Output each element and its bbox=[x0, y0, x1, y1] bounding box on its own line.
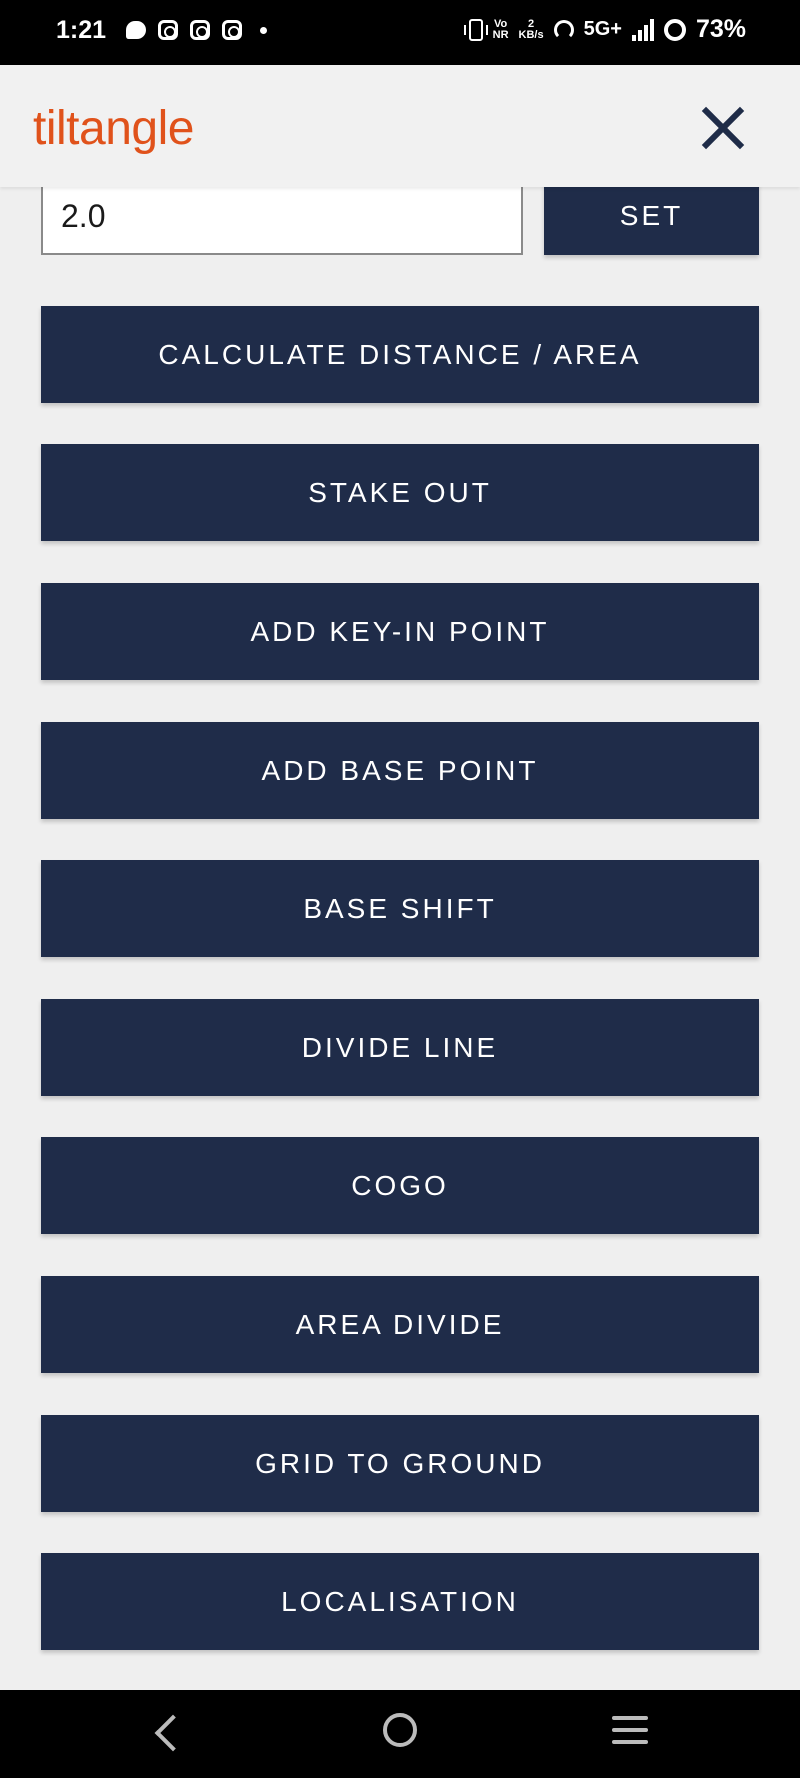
signal-icon bbox=[631, 18, 654, 41]
divide-line-button[interactable]: DIVIDE LINE bbox=[41, 999, 759, 1096]
base-shift-button[interactable]: BASE SHIFT bbox=[41, 860, 759, 957]
value-input[interactable] bbox=[41, 187, 523, 255]
system-nav-bar bbox=[0, 1690, 800, 1778]
stake-out-button[interactable]: STAKE OUT bbox=[41, 444, 759, 541]
instagram-icon bbox=[158, 20, 178, 40]
more-notifications-dot-icon bbox=[260, 26, 267, 34]
hotspot-icon bbox=[553, 19, 574, 40]
set-button[interactable]: SET bbox=[544, 187, 759, 255]
back-icon[interactable] bbox=[154, 1714, 192, 1752]
recents-menu-icon[interactable] bbox=[612, 1716, 648, 1752]
status-bar: 1:21 Vo NR 2 KB/s 5G+ 73% bbox=[0, 0, 800, 65]
volte-indicator: Vo NR bbox=[492, 17, 509, 41]
status-time: 1:21 bbox=[56, 16, 107, 44]
localisation-button[interactable]: LOCALISATION bbox=[41, 1553, 759, 1650]
network-type: 5G+ bbox=[583, 18, 622, 40]
instagram-icon bbox=[190, 20, 210, 40]
calculate-distance-area-button[interactable]: CALCULATE DISTANCE / AREA bbox=[41, 306, 759, 403]
app-header: tiltangle bbox=[0, 65, 800, 187]
notification-icons bbox=[126, 20, 267, 40]
data-speed: 2 KB/s bbox=[518, 17, 544, 41]
add-key-in-point-button[interactable]: ADD KEY-IN POINT bbox=[41, 583, 759, 680]
battery-icon bbox=[663, 18, 686, 41]
tools-menu: SET CALCULATE DISTANCE / AREA STAKE OUT … bbox=[0, 187, 800, 1690]
home-icon[interactable] bbox=[383, 1713, 417, 1747]
vibrate-icon bbox=[463, 18, 488, 41]
instagram-icon bbox=[222, 20, 242, 40]
system-icons: Vo NR 2 KB/s 5G+ 73% bbox=[463, 15, 746, 44]
app-logo: tiltangle bbox=[33, 102, 194, 155]
area-divide-button[interactable]: AREA DIVIDE bbox=[41, 1276, 759, 1373]
battery-level: 73% bbox=[695, 15, 746, 43]
cogo-button[interactable]: COGO bbox=[41, 1137, 759, 1234]
add-base-point-button[interactable]: ADD BASE POINT bbox=[41, 722, 759, 819]
chat-icon bbox=[126, 21, 146, 39]
grid-to-ground-button[interactable]: GRID TO GROUND bbox=[41, 1415, 759, 1512]
close-icon[interactable] bbox=[700, 105, 746, 151]
